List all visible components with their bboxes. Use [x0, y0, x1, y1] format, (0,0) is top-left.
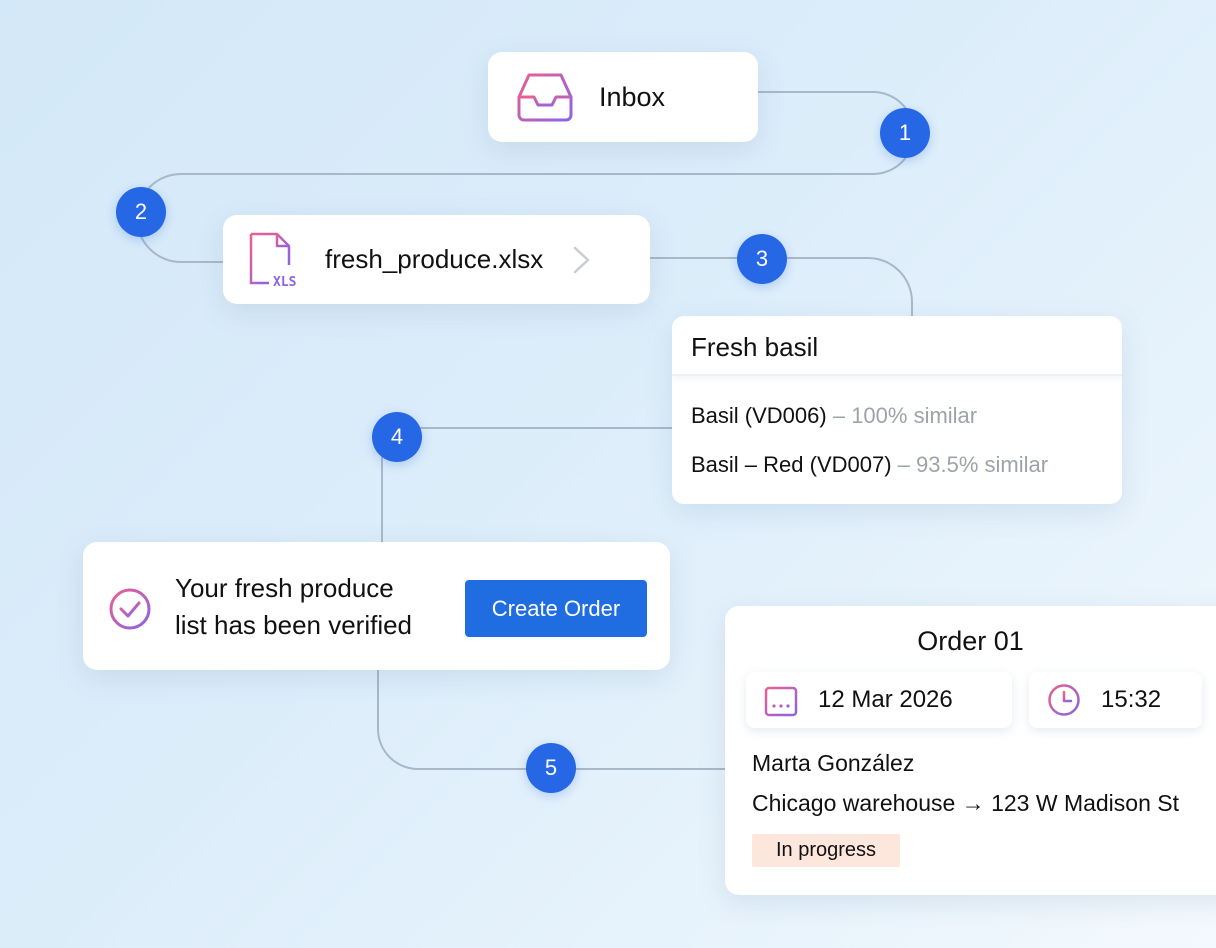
verification-line-1: Your fresh produce — [175, 573, 394, 603]
order-route: Chicago warehouse → 123 W Madison St — [752, 790, 1179, 816]
product-search-card: Fresh basil Basil (VD006) – 100% similar… — [672, 316, 1122, 504]
inbox-icon — [517, 73, 573, 122]
verification-line-2: list has been verified — [175, 610, 413, 640]
step-badge-1: 1 — [880, 108, 930, 158]
order-time-field[interactable]: 15:32 — [1029, 672, 1202, 728]
result-similarity: – 93.5% similar — [897, 452, 1049, 477]
result-name: Basil (VD006) — [691, 403, 827, 428]
order-time: 15:32 — [1101, 686, 1162, 713]
search-result-item[interactable]: Basil (VD006) – 100% similar — [691, 403, 977, 429]
create-order-button[interactable]: Create Order — [465, 580, 647, 637]
product-search-input[interactable]: Fresh basil — [672, 316, 1122, 376]
result-name: Basil – Red (VD007) — [691, 452, 892, 477]
xls-label: XLS — [273, 275, 297, 289]
order-date: 12 Mar 2026 — [818, 686, 953, 713]
step-badge-2: 2 — [116, 187, 166, 237]
search-result-item[interactable]: Basil – Red (VD007) – 93.5% similar — [691, 452, 1048, 478]
file-name: fresh_produce.xlsx — [325, 244, 544, 274]
calendar-icon — [764, 683, 798, 717]
status-badge: In progress — [752, 834, 900, 867]
connector-search-to-verified — [381, 427, 672, 542]
order-date-field[interactable]: 12 Mar 2026 — [746, 672, 1012, 728]
inbox-title: Inbox — [599, 81, 666, 112]
verification-message: Your fresh produce list has been verifie… — [175, 570, 412, 644]
chevron-right-icon[interactable] — [571, 245, 593, 275]
order-card: Order 01 12 Mar 2026 15:32 Marta Gonzále… — [725, 606, 1216, 895]
file-card[interactable]: XLS fresh_produce.xlsx — [223, 215, 650, 304]
result-similarity: – 100% similar — [832, 403, 978, 428]
inbox-card[interactable]: Inbox — [488, 52, 758, 142]
order-title: Order 01 — [917, 626, 1024, 656]
xls-file-icon: XLS — [249, 232, 297, 289]
clock-icon — [1048, 684, 1080, 716]
step-badge-3: 3 — [737, 234, 787, 284]
step-badge-5: 5 — [526, 743, 576, 793]
step-badge-4: 4 — [372, 412, 422, 462]
verification-card: Your fresh produce list has been verifie… — [83, 542, 670, 670]
order-contact-name: Marta González — [752, 750, 915, 776]
check-circle-icon — [109, 588, 151, 630]
